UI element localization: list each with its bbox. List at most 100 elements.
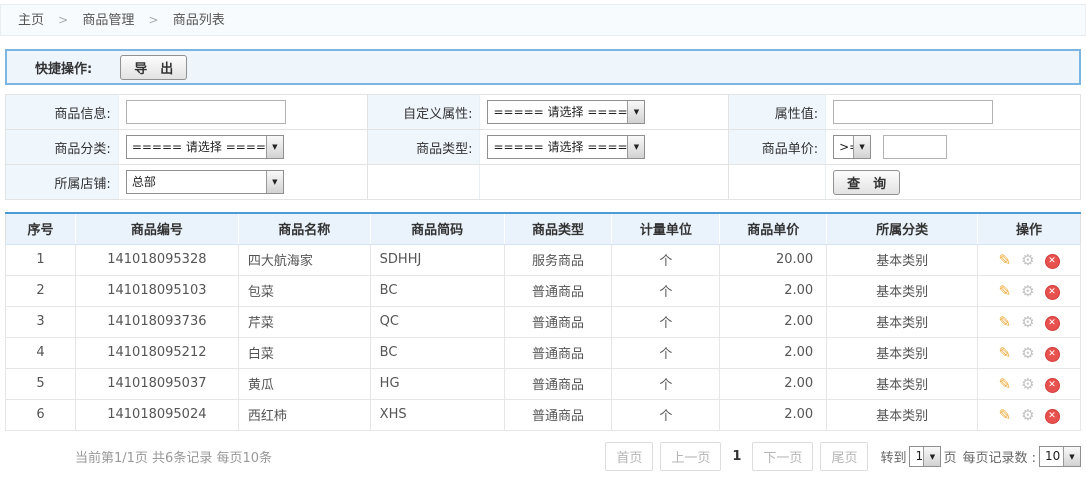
cell-short-code: QC (370, 306, 504, 337)
cell-product-name: 四大航海家 (238, 244, 370, 275)
delete-icon[interactable]: ✕ (1045, 378, 1060, 393)
quick-actions-bar: 快捷操作: 导 出 (5, 49, 1081, 85)
pencil-icon[interactable]: ✎ (998, 375, 1011, 393)
product-info-input[interactable] (126, 100, 286, 124)
chevron-down-icon: ▼ (266, 136, 283, 158)
cell-category: 基本类别 (827, 337, 978, 368)
cell-actions: ✎ ⚙ ✕ (978, 337, 1081, 368)
price-operator-select[interactable]: >= ▼ (833, 135, 871, 159)
chevron-down-icon: ▼ (1063, 447, 1080, 466)
product-info-label: 商品信息: (6, 95, 119, 130)
goto-page-value: 1 (910, 447, 923, 466)
cell-product-type: 服务商品 (504, 244, 612, 275)
cell-short-code: XHS (370, 399, 504, 430)
gear-icon[interactable]: ⚙ (1021, 251, 1034, 269)
product-type-select-value: ===== 请选择 ===== (488, 136, 627, 158)
category-select[interactable]: ===== 请选择 ===== ▼ (126, 135, 284, 159)
gear-icon[interactable]: ⚙ (1021, 282, 1034, 300)
cell-unit: 个 (612, 399, 720, 430)
attr-value-input[interactable] (833, 100, 993, 124)
header-actions: 操作 (978, 213, 1081, 244)
breadcrumb-product-management[interactable]: 商品管理 (82, 13, 134, 28)
delete-icon[interactable]: ✕ (1045, 347, 1060, 362)
cell-price: 2.00 (720, 399, 827, 430)
filter-row: 商品分类: ===== 请选择 ===== ▼ 商品类型: ===== 请选择 … (6, 130, 1081, 165)
store-label: 所属店铺: (6, 165, 119, 200)
search-button[interactable]: 查 询 (833, 170, 900, 195)
header-product-name: 商品名称 (238, 213, 370, 244)
pencil-icon[interactable]: ✎ (998, 251, 1011, 269)
pencil-icon[interactable]: ✎ (998, 406, 1011, 424)
custom-attr-select[interactable]: ===== 请选择 ===== ▼ (487, 100, 645, 124)
table-row: 5 141018095037 黄瓜 HG 普通商品 个 2.00 基本类别 ✎⚙… (6, 368, 1081, 399)
pencil-icon[interactable]: ✎ (998, 344, 1011, 362)
cell-product-name: 黄瓜 (238, 368, 370, 399)
delete-icon[interactable]: ✕ (1045, 285, 1060, 300)
header-unit: 计量单位 (612, 213, 720, 244)
cell-actions: ✎ ⚙ ✕ (978, 306, 1081, 337)
table-row: 6 141018095024 西红柿 XHS 普通商品 个 2.00 基本类别 … (6, 399, 1081, 430)
export-button[interactable]: 导 出 (120, 55, 187, 80)
cell-product-code: 141018095103 (75, 275, 238, 306)
delete-icon[interactable]: ✕ (1045, 316, 1060, 331)
next-page-button[interactable]: 下一页 (752, 442, 813, 471)
attr-value-label: 属性值: (729, 95, 826, 130)
filter-row: 所属店铺: 总部 ▼ 查 询 (6, 165, 1081, 200)
breadcrumb-separator: > (58, 13, 68, 27)
store-select[interactable]: 总部 ▼ (126, 170, 284, 194)
quick-actions-label: 快捷操作: (35, 58, 92, 77)
cell-seq: 2 (6, 275, 76, 306)
cell-product-name: 西红柿 (238, 399, 370, 430)
cell-category: 基本类别 (827, 244, 978, 275)
pagination-bar: 当前第1/1页 共6条记录 每页10条 首页 上一页 1 下一页 尾页 转到 1… (5, 440, 1081, 474)
category-label: 商品分类: (6, 130, 119, 165)
cell-product-code: 141018093736 (75, 306, 238, 337)
cell-short-code: BC (370, 337, 504, 368)
table-row: 1 141018095328 四大航海家 SDHHJ 服务商品 个 20.00 … (6, 244, 1081, 275)
last-page-button[interactable]: 尾页 (820, 442, 868, 471)
table-row: 2 141018095103 包菜 BC 普通商品 个 2.00 基本类别 ✎⚙… (6, 275, 1081, 306)
goto-page-label: 转到 (880, 447, 906, 466)
pencil-icon[interactable]: ✎ (998, 282, 1011, 300)
per-page-value: 10 (1040, 447, 1063, 466)
prev-page-button[interactable]: 上一页 (660, 442, 721, 471)
first-page-button[interactable]: 首页 (605, 442, 653, 471)
cell-product-code: 141018095024 (75, 399, 238, 430)
gear-icon[interactable]: ⚙ (1021, 344, 1034, 362)
header-category: 所属分类 (827, 213, 978, 244)
product-type-label: 商品类型: (367, 130, 480, 165)
cell-category: 基本类别 (827, 399, 978, 430)
delete-icon[interactable]: ✕ (1045, 254, 1060, 269)
cell-product-name: 白菜 (238, 337, 370, 368)
cell-unit: 个 (612, 368, 720, 399)
chevron-down-icon: ▼ (923, 447, 940, 466)
custom-attr-label: 自定义属性: (367, 95, 480, 130)
chevron-down-icon: ▼ (627, 101, 644, 123)
breadcrumb: 主页 > 商品管理 > 商品列表 (0, 4, 1086, 36)
cell-product-code: 141018095212 (75, 337, 238, 368)
gear-icon[interactable]: ⚙ (1021, 375, 1034, 393)
goto-page-select[interactable]: 1 ▼ (909, 446, 941, 467)
price-operator-value: >= (834, 136, 853, 158)
cell-product-code: 141018095328 (75, 244, 238, 275)
breadcrumb-product-list: 商品列表 (173, 13, 225, 28)
header-product-type: 商品类型 (504, 213, 612, 244)
gear-icon[interactable]: ⚙ (1021, 406, 1034, 424)
product-type-select[interactable]: ===== 请选择 ===== ▼ (487, 135, 645, 159)
per-page-select[interactable]: 10 ▼ (1039, 446, 1081, 467)
cell-product-type: 普通商品 (504, 399, 612, 430)
store-select-value: 总部 (127, 171, 266, 193)
price-label: 商品单价: (729, 130, 826, 165)
cell-product-name: 芹菜 (238, 306, 370, 337)
gear-icon[interactable]: ⚙ (1021, 313, 1034, 331)
price-input[interactable] (883, 135, 947, 159)
cell-product-name: 包菜 (238, 275, 370, 306)
breadcrumb-home[interactable]: 主页 (18, 13, 44, 28)
delete-icon[interactable]: ✕ (1045, 409, 1060, 424)
cell-product-code: 141018095037 (75, 368, 238, 399)
table-row: 4 141018095212 白菜 BC 普通商品 个 2.00 基本类别 ✎⚙… (6, 337, 1081, 368)
pencil-icon[interactable]: ✎ (998, 313, 1011, 331)
cell-short-code: SDHHJ (370, 244, 504, 275)
cell-unit: 个 (612, 275, 720, 306)
chevron-down-icon: ▼ (853, 136, 870, 158)
